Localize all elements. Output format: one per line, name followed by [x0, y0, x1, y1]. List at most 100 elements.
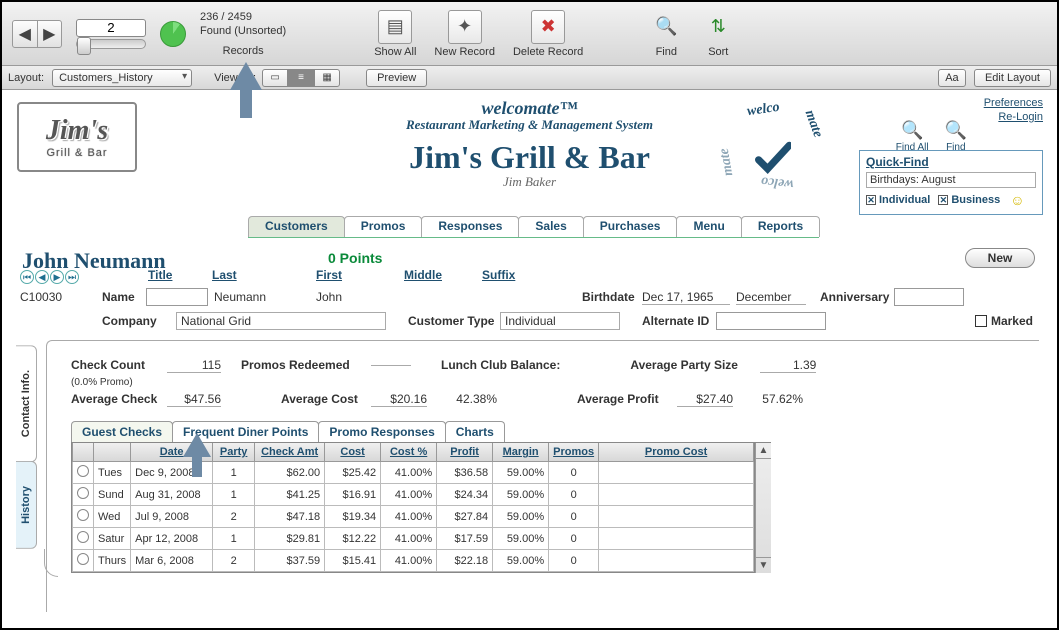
sidetab-history[interactable]: History: [16, 461, 37, 549]
col-radio: [73, 443, 94, 462]
table-row[interactable]: ThursMar 6, 20082$37.59$15.4141.00%$22.1…: [73, 550, 754, 572]
view-table-btn[interactable]: ▦: [314, 69, 340, 87]
middle-label[interactable]: Middle: [404, 268, 442, 282]
tab-sales[interactable]: Sales: [518, 216, 583, 237]
table-scrollbar[interactable]: ▲ ▼: [755, 443, 771, 573]
cell-promocost: [599, 528, 754, 550]
row-radio-icon[interactable]: [77, 531, 89, 543]
col-profit[interactable]: Profit: [437, 443, 493, 462]
view-list-btn[interactable]: ≡: [288, 69, 314, 87]
nav-first-icon[interactable]: ⏮: [20, 270, 34, 284]
itab-guestchecks[interactable]: Guest Checks: [71, 421, 173, 442]
altid-input[interactable]: [716, 312, 826, 330]
sort-icon[interactable]: ⇅: [701, 10, 735, 44]
cell-cost: $19.34: [325, 506, 381, 528]
qf-individual-check[interactable]: ✕Individual: [866, 194, 930, 206]
cell-date: Apr 12, 2008: [131, 528, 213, 550]
quickfind-criteria[interactable]: Birthdays: August: [866, 172, 1036, 188]
layout-select[interactable]: Customers_History: [52, 69, 192, 87]
suffix-label[interactable]: Suffix: [482, 268, 515, 282]
tab-responses[interactable]: Responses: [421, 216, 519, 237]
row-radio-icon[interactable]: [77, 465, 89, 477]
find-all-button[interactable]: 🔍 Find All: [896, 120, 929, 153]
tab-menu[interactable]: Menu: [676, 216, 741, 237]
first-label[interactable]: First: [316, 268, 342, 282]
cell-party: 2: [213, 506, 255, 528]
relogin-link[interactable]: Re-Login: [998, 111, 1043, 123]
title-input[interactable]: [146, 288, 208, 306]
custtype-input[interactable]: Individual: [500, 312, 620, 330]
col-cost[interactable]: Cost: [325, 443, 381, 462]
table-row[interactable]: SundAug 31, 20081$41.25$16.9141.00%$24.3…: [73, 484, 754, 506]
quickfind-title[interactable]: Quick-Find: [866, 155, 1036, 169]
birthmonth-value[interactable]: December: [736, 290, 806, 305]
col-promocost[interactable]: Promo Cost: [599, 443, 754, 462]
row-radio-icon[interactable]: [77, 553, 89, 565]
company-input[interactable]: National Grid: [176, 312, 386, 330]
col-amount[interactable]: Check Amt: [255, 443, 325, 462]
qf-smiley-icon[interactable]: ☺: [1010, 192, 1024, 208]
aa-btn[interactable]: Aa: [938, 69, 966, 87]
scroll-down-icon[interactable]: ▼: [756, 557, 771, 573]
avgprofit-pct: 57.62%: [747, 392, 803, 406]
prev-record-icon[interactable]: ◀: [13, 21, 37, 47]
cell-party: 1: [213, 484, 255, 506]
nav-last-icon[interactable]: ⏭: [65, 270, 79, 284]
next-record-icon[interactable]: ▶: [38, 21, 62, 47]
itab-charts[interactable]: Charts: [445, 421, 505, 442]
last-value: Neumann: [214, 290, 266, 304]
col-margin[interactable]: Margin: [493, 443, 549, 462]
tab-purchases[interactable]: Purchases: [583, 216, 678, 237]
new-customer-button[interactable]: New: [965, 248, 1035, 268]
customer-points: 0 Points: [328, 250, 382, 266]
checkcount-value: 115: [167, 358, 221, 373]
tab-customers[interactable]: Customers: [248, 216, 345, 237]
tab-promos[interactable]: Promos: [344, 216, 423, 237]
edit-layout-btn[interactable]: Edit Layout: [974, 69, 1051, 87]
nav-prev-icon[interactable]: ◀: [35, 270, 49, 284]
nav-next-icon[interactable]: ▶: [50, 270, 64, 284]
cell-costpct: 41.00%: [381, 462, 437, 484]
show-all-icon[interactable]: ▤: [378, 10, 412, 44]
record-slider[interactable]: [76, 39, 146, 49]
last-label[interactable]: Last: [212, 268, 237, 282]
table-row[interactable]: WedJul 9, 20082$47.18$19.3441.00%$27.845…: [73, 506, 754, 528]
birthdate-value[interactable]: Dec 17, 1965: [642, 290, 730, 305]
col-party[interactable]: Party: [213, 443, 255, 462]
view-form-btn[interactable]: ▭: [262, 69, 288, 87]
cell-party: 1: [213, 462, 255, 484]
preferences-link[interactable]: Preferences: [984, 97, 1043, 109]
find-icon[interactable]: 🔍: [649, 10, 683, 44]
record-number-input[interactable]: [76, 19, 146, 37]
restaurant-logo: Jim's Grill & Bar: [17, 102, 137, 172]
col-promos[interactable]: Promos: [549, 443, 599, 462]
layout-label: Layout:: [8, 72, 44, 84]
new-record-icon[interactable]: ✦: [448, 10, 482, 44]
row-radio-icon[interactable]: [77, 509, 89, 521]
qf-business-check[interactable]: ✕Business: [938, 194, 1000, 206]
tab-reports[interactable]: Reports: [741, 216, 820, 237]
scroll-up-icon[interactable]: ▲: [756, 443, 771, 459]
marked-check[interactable]: Marked: [975, 314, 1033, 328]
record-nav[interactable]: ◀ ▶: [12, 20, 62, 48]
table-header-row: Date Party Check Amt Cost Cost % Profit …: [73, 443, 754, 462]
itab-promoresp[interactable]: Promo Responses: [318, 421, 445, 442]
row-radio-icon[interactable]: [77, 487, 89, 499]
delete-record-icon[interactable]: ✖: [531, 10, 565, 44]
cell-day: Sund: [94, 484, 131, 506]
anniversary-input[interactable]: [894, 288, 964, 306]
preview-btn[interactable]: Preview: [366, 69, 427, 87]
cell-costpct: 41.00%: [381, 484, 437, 506]
marked-label: Marked: [991, 314, 1033, 328]
cell-promocost: [599, 506, 754, 528]
col-costpct[interactable]: Cost %: [381, 443, 437, 462]
sidetab-contact[interactable]: Contact Info.: [16, 345, 37, 462]
table-row[interactable]: TuesDec 9, 20081$62.00$25.4241.00%$36.58…: [73, 462, 754, 484]
title-label[interactable]: Title: [148, 268, 172, 282]
cell-margin: 59.00%: [493, 462, 549, 484]
table-row[interactable]: SaturApr 12, 20081$29.81$12.2241.00%$17.…: [73, 528, 754, 550]
welcomate-logo: welco mate welco mate: [717, 102, 827, 202]
find-button[interactable]: 🔍 Find: [945, 120, 967, 153]
cell-promos: 0: [549, 462, 599, 484]
avgcheck-value: $47.56: [167, 392, 221, 407]
